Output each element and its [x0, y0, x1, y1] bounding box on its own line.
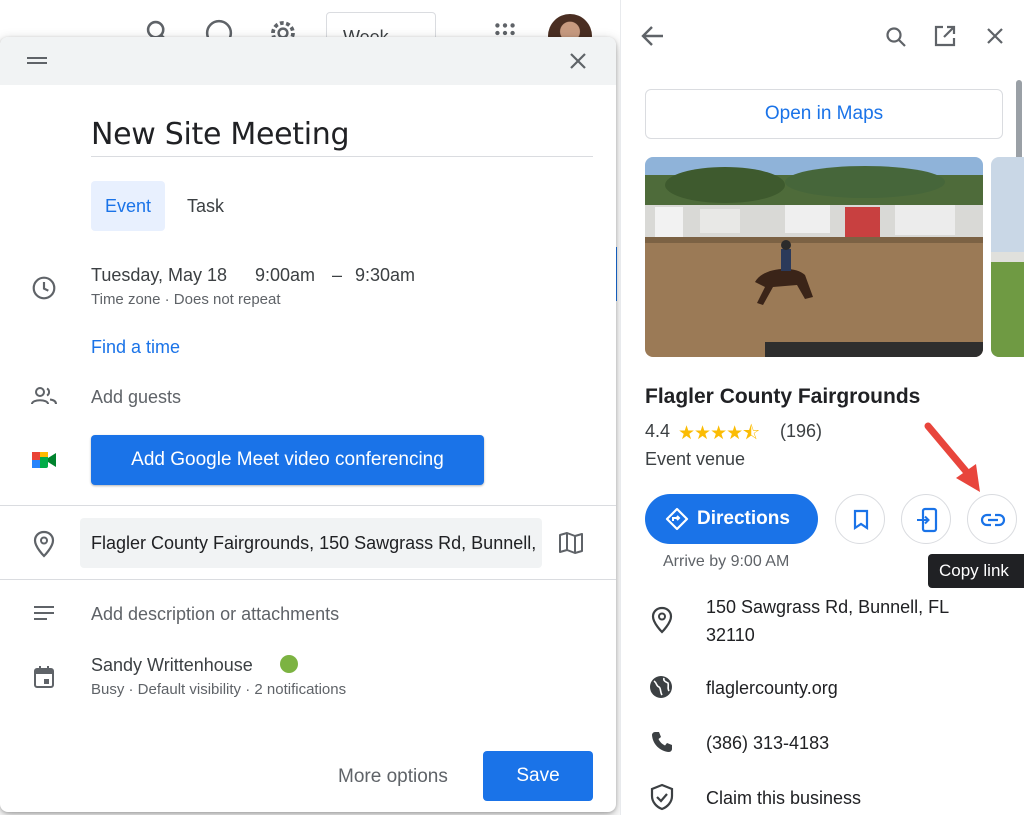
location-pin-icon: [33, 530, 55, 558]
place-photo-secondary[interactable]: [991, 157, 1024, 357]
open-in-maps-button[interactable]: Open in Maps: [645, 89, 1003, 139]
phone-number[interactable]: (386) 313-4183: [706, 733, 829, 754]
tab-task[interactable]: Task: [187, 181, 224, 231]
address-line-2[interactable]: 32110: [706, 625, 755, 646]
title-underline: [91, 156, 593, 157]
timezone-recurrence[interactable]: Time zone · Does not repeat: [91, 291, 281, 308]
website-link[interactable]: flaglercounty.org: [706, 678, 838, 699]
event-date[interactable]: Tuesday, May 18: [91, 265, 227, 286]
event-end-time[interactable]: 9:30am: [355, 265, 415, 286]
drag-handle-icon[interactable]: [26, 53, 48, 69]
red-pointer-arrow-icon: [924, 422, 980, 492]
copy-link-tooltip: Copy link: [928, 554, 1024, 588]
link-icon: [980, 513, 1006, 527]
calendar-color-dot[interactable]: [280, 655, 298, 673]
clock-icon: [32, 276, 56, 300]
send-to-phone-icon: [917, 507, 938, 533]
add-guests-input[interactable]: Add guests: [91, 387, 181, 408]
place-name: Flagler County Fairgrounds: [645, 385, 921, 408]
description-icon: [34, 606, 54, 620]
save-place-button[interactable]: [835, 494, 885, 544]
dialog-header[interactable]: [0, 37, 616, 85]
people-icon: [31, 387, 57, 405]
event-start-time[interactable]: 9:00am: [255, 265, 315, 286]
add-meet-button[interactable]: Add Google Meet video conferencing: [91, 435, 484, 485]
claim-business-link[interactable]: Claim this business: [706, 788, 861, 809]
shield-check-icon: [650, 783, 674, 811]
map-icon[interactable]: [558, 531, 584, 555]
calendar-visibility[interactable]: Busy · Default visibility · 2 notificati…: [91, 681, 346, 698]
location-input[interactable]: Flagler County Fairgrounds, 150 Sawgrass…: [80, 518, 542, 568]
send-to-phone-button[interactable]: [901, 494, 951, 544]
globe-icon: [650, 676, 672, 698]
calendar-icon: [34, 666, 54, 688]
phone-icon: [652, 732, 672, 752]
place-photo[interactable]: [645, 157, 983, 357]
description-input[interactable]: Add description or attachments: [91, 604, 339, 625]
review-count[interactable]: (196): [780, 421, 822, 442]
secondary-photo-image: [991, 157, 1024, 357]
directions-icon: [665, 507, 689, 531]
time-separator: –: [332, 265, 343, 285]
find-a-time-link[interactable]: Find a time: [91, 337, 180, 358]
divider: [0, 579, 616, 580]
arrive-by-text[interactable]: Arrive by 9:00 AM: [663, 553, 789, 571]
google-meet-icon: [32, 452, 56, 468]
copy-link-button[interactable]: [967, 494, 1017, 544]
directions-label: Directions: [697, 508, 790, 529]
tab-event[interactable]: Event: [91, 181, 165, 231]
close-icon[interactable]: [985, 26, 1005, 46]
place-category: Event venue: [645, 449, 746, 469]
address-line-1[interactable]: 150 Sawgrass Rd, Bunnell, FL: [706, 597, 949, 618]
search-icon[interactable]: [884, 25, 908, 49]
more-options-button[interactable]: More options: [326, 757, 460, 797]
save-button[interactable]: Save: [483, 751, 593, 801]
rating-stars: ★★★★⯪: [678, 423, 760, 444]
fairground-photo-image: [645, 157, 983, 357]
divider: [0, 505, 616, 506]
close-icon[interactable]: [568, 51, 588, 71]
calendar-top-bar: Week: [0, 0, 618, 58]
calendar-owner[interactable]: Sandy Writtenhouse: [91, 655, 253, 676]
directions-button[interactable]: Directions: [645, 494, 818, 544]
open-in-new-icon[interactable]: [933, 24, 957, 48]
event-title-input[interactable]: New Site Meeting: [91, 117, 350, 152]
location-pin-icon: [651, 606, 673, 634]
back-arrow-icon[interactable]: [641, 25, 665, 47]
rating-value: 4.4: [645, 421, 671, 441]
event-dialog: New Site Meeting Event Task Tuesday, May…: [0, 37, 616, 812]
bookmark-icon: [853, 509, 869, 531]
